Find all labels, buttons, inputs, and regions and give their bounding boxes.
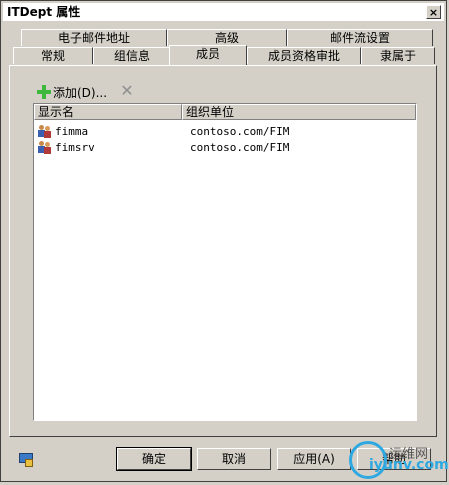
column-header-org-unit[interactable]: 组织单位 xyxy=(182,104,416,120)
list-item[interactable]: fimsrv contoso.com/FIM xyxy=(34,139,416,155)
watermark-en-text: iyunv.com xyxy=(369,457,449,473)
tab-label: 邮件流设置 xyxy=(329,31,390,45)
user-icon xyxy=(38,124,52,138)
add-button-label: 添加(D)... xyxy=(53,85,108,100)
tab-label: 隶属于 xyxy=(379,49,416,63)
delete-icon[interactable]: ✕ xyxy=(119,83,135,99)
list-item[interactable]: fimma contoso.com/FIM xyxy=(34,123,416,139)
tab-general[interactable]: 常规 xyxy=(13,47,93,64)
status-icon xyxy=(19,453,35,467)
ok-button[interactable]: 确定 xyxy=(116,447,192,471)
tab-label: 成员 xyxy=(195,47,220,61)
tab-members[interactable]: 成员 xyxy=(169,45,247,65)
close-button[interactable]: × xyxy=(426,5,441,19)
add-button[interactable]: 添加(D)... xyxy=(37,83,107,101)
member-name: fimma xyxy=(55,124,89,138)
tab-mail-flow-settings[interactable]: 邮件流设置 xyxy=(287,29,433,46)
user-icon xyxy=(38,140,52,154)
properties-dialog: ITDept 属性 × 电子邮件地址 高级 邮件流设置 常规 组信息 成员 成员… xyxy=(0,0,449,485)
member-name: fimsrv xyxy=(55,140,95,154)
list-header: 显示名 组织单位 xyxy=(34,104,416,120)
tab-label: 常规 xyxy=(40,49,65,63)
member-org-unit: contoso.com/FIM xyxy=(190,140,290,154)
window-title: ITDept 属性 xyxy=(7,5,81,19)
member-org-unit: contoso.com/FIM xyxy=(190,124,290,138)
tab-advanced[interactable]: 高级 xyxy=(167,29,287,46)
tab-label: 高级 xyxy=(214,31,239,45)
tab-membership-approval[interactable]: 成员资格审批 xyxy=(247,47,361,64)
cancel-button[interactable]: 取消 xyxy=(197,448,271,470)
tab-email-addresses[interactable]: 电子邮件地址 xyxy=(21,29,167,46)
watermark-logo: 运维网 iyunv.com xyxy=(349,441,449,485)
column-header-display-name[interactable]: 显示名 xyxy=(34,104,182,120)
tab-member-of[interactable]: 隶属于 xyxy=(361,47,435,64)
tab-label: 成员资格审批 xyxy=(267,49,340,63)
apply-button[interactable]: 应用(A) xyxy=(277,448,351,470)
tab-group-info[interactable]: 组信息 xyxy=(93,47,171,64)
title-bar: ITDept 属性 × xyxy=(3,3,444,21)
close-icon: × xyxy=(428,5,439,19)
tab-label: 电子邮件地址 xyxy=(57,31,130,45)
tab-label: 组信息 xyxy=(113,49,150,63)
members-list[interactable]: 显示名 组织单位 fimma contoso.com/FIM fimsrv co… xyxy=(33,103,417,421)
plus-icon xyxy=(37,85,51,99)
